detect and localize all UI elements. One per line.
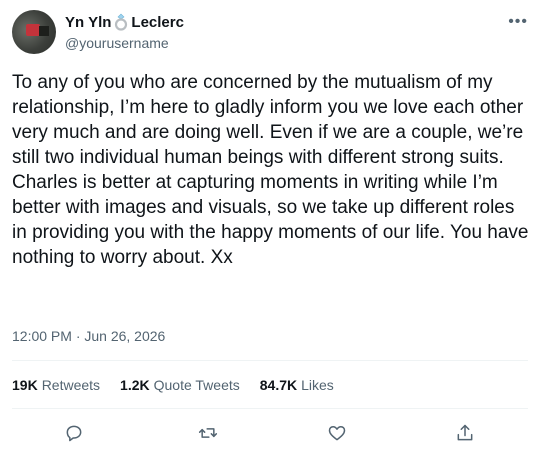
quotes-count: 1.2K bbox=[120, 377, 150, 393]
divider bbox=[12, 408, 528, 409]
quotes-label: Quote Tweets bbox=[153, 377, 240, 393]
retweets-label: Retweets bbox=[41, 377, 101, 393]
like-button[interactable] bbox=[322, 418, 352, 448]
retweets-count: 19K bbox=[12, 377, 38, 393]
likes-count: 84.7K bbox=[259, 377, 298, 393]
action-bar bbox=[0, 418, 540, 448]
retweets-stat[interactable]: 19K Retweets bbox=[12, 377, 100, 393]
tweet-text: To any of you who are concerned by the m… bbox=[12, 72, 529, 268]
share-icon bbox=[457, 424, 473, 441]
retweet-icon bbox=[198, 428, 218, 438]
user-handle[interactable]: @yourusername bbox=[65, 35, 169, 51]
display-name-last: Leclerc bbox=[131, 13, 184, 31]
likes-label: Likes bbox=[301, 377, 334, 393]
likes-stat[interactable]: 84.7K Likes bbox=[260, 377, 334, 393]
share-button[interactable] bbox=[450, 418, 480, 448]
display-name-first: Yn Yln bbox=[65, 13, 112, 31]
ring-emoji-icon bbox=[115, 13, 128, 31]
display-name[interactable]: Yn Yln Leclerc bbox=[65, 13, 184, 31]
heart-icon bbox=[328, 426, 346, 441]
engagement-stats: 19K Retweets 1.2K Quote Tweets 84.7K Likes bbox=[12, 377, 334, 393]
divider bbox=[12, 360, 528, 361]
quotes-stat[interactable]: 1.2K Quote Tweets bbox=[120, 377, 240, 393]
retweet-button[interactable] bbox=[193, 418, 223, 448]
tweet-timestamp[interactable]: 12:00 PM · Jun 26, 2026 bbox=[12, 328, 165, 344]
avatar-image-detail bbox=[39, 26, 49, 36]
more-icon[interactable]: ••• bbox=[508, 14, 528, 30]
avatar-image-detail bbox=[26, 24, 40, 36]
reply-button[interactable] bbox=[59, 418, 89, 448]
tweet-card: Yn Yln Leclerc @yourusername ••• To any … bbox=[0, 0, 540, 464]
avatar[interactable] bbox=[12, 10, 56, 54]
reply-icon bbox=[66, 425, 82, 442]
